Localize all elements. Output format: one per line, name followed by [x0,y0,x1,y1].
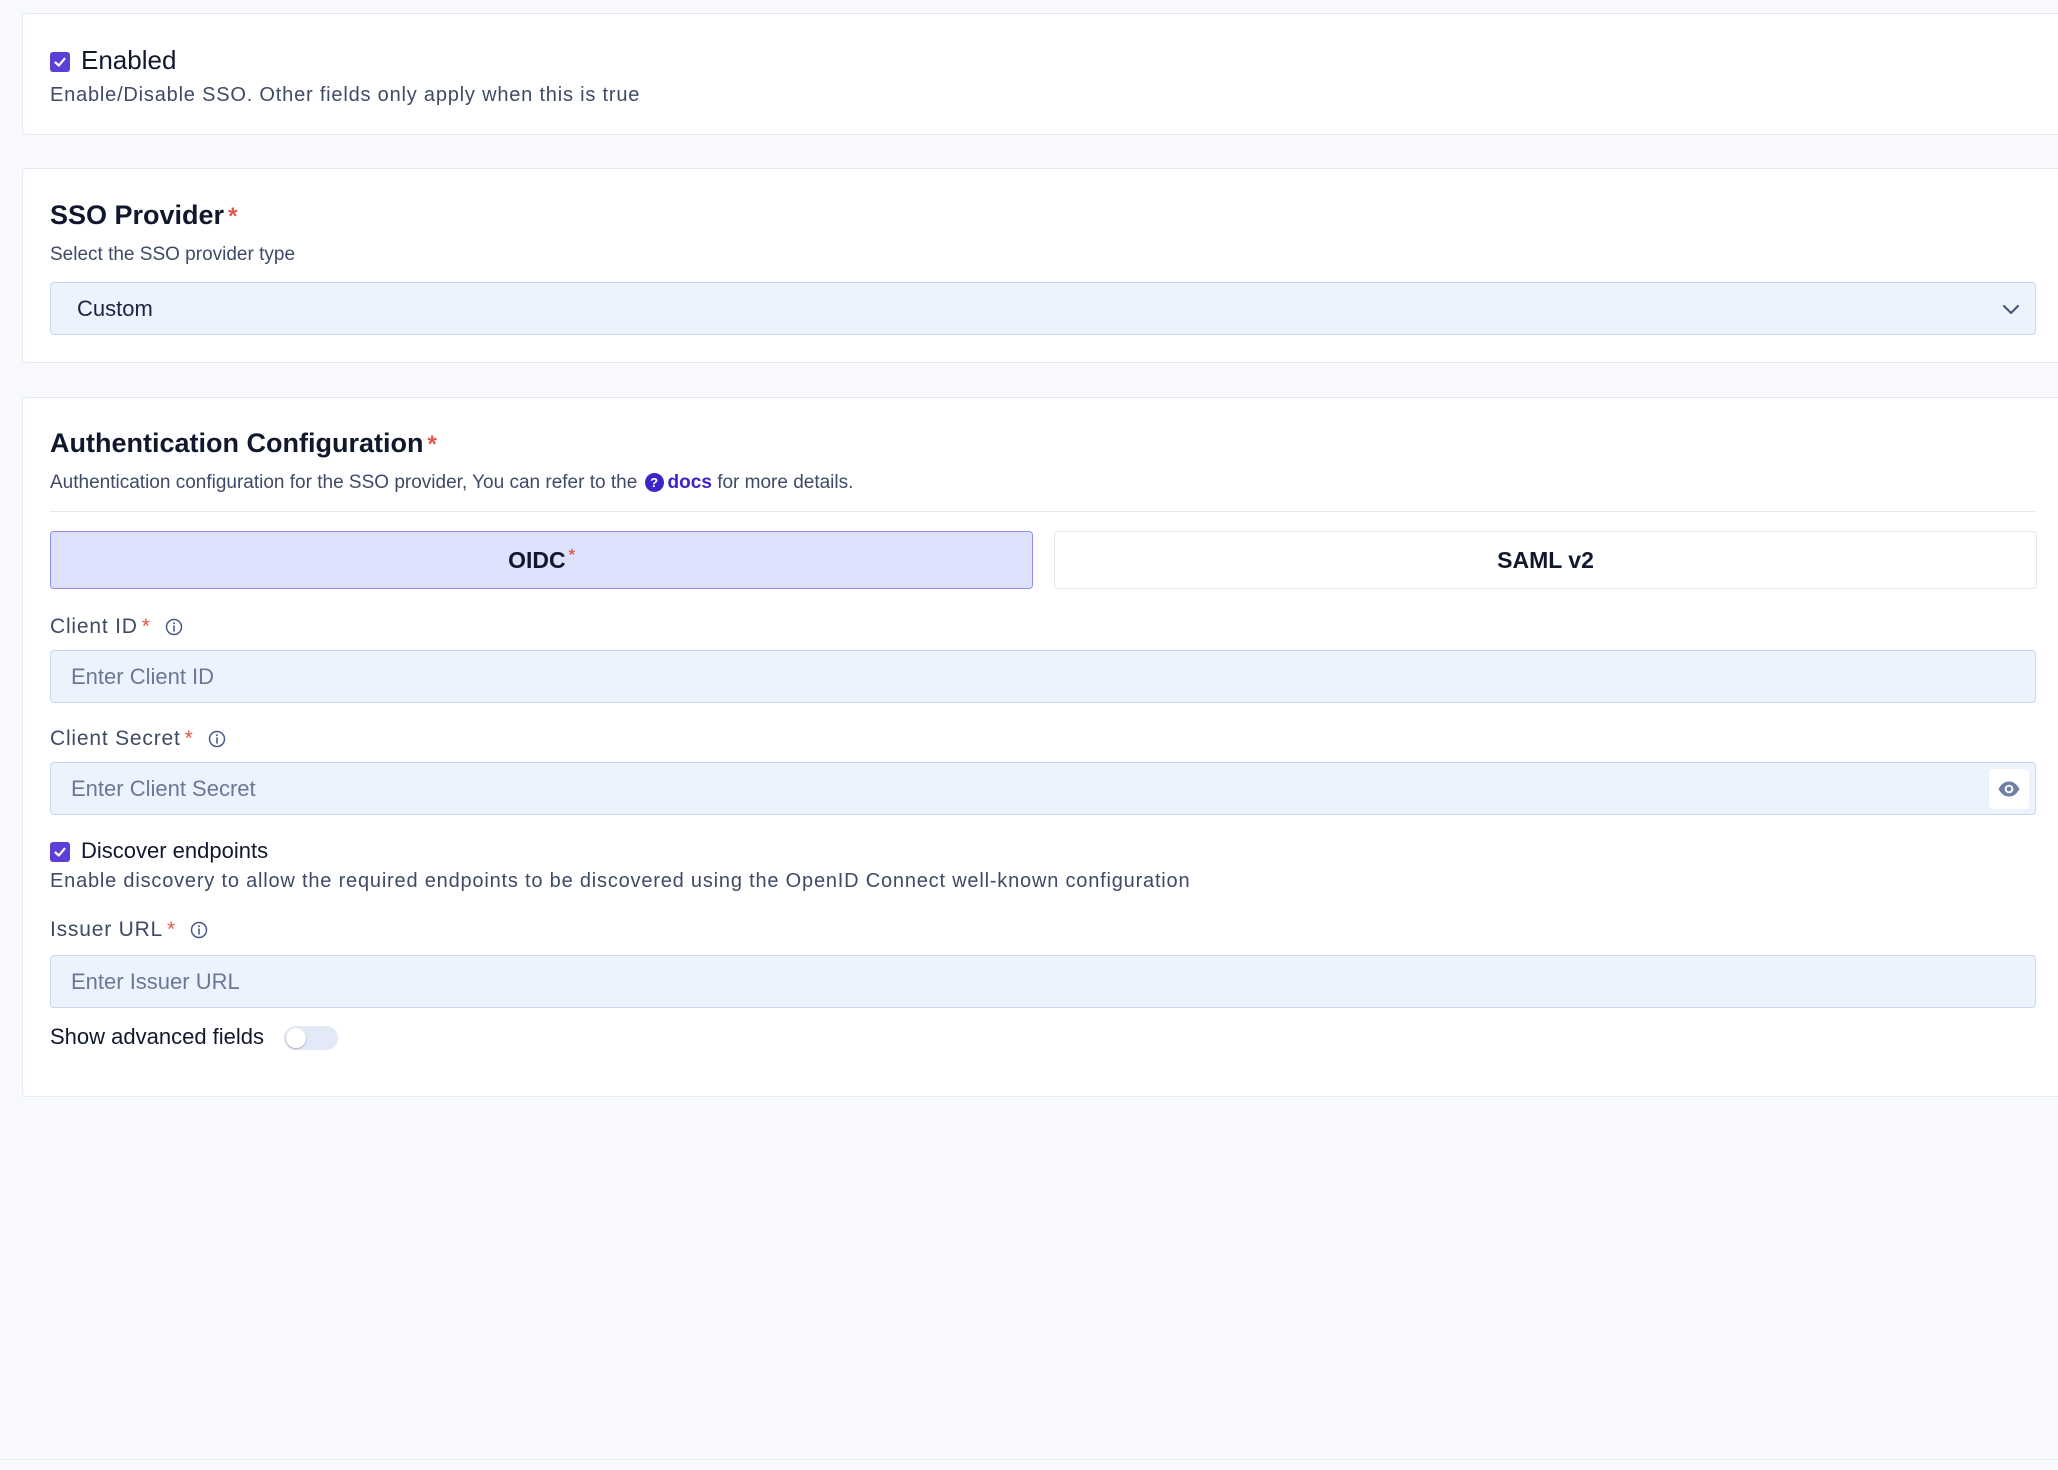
auth-description-suffix: for more details. [717,472,854,493]
required-mark: * [184,727,194,750]
auth-config-card: Authentication Configuration * Authentica… [22,397,2058,1097]
sso-provider-description: Select the SSO provider type [50,244,296,265]
chevron-down-icon [2002,304,2020,315]
sso-provider-selected-value: Custom [77,296,153,321]
client-secret-input[interactable] [51,763,2035,814]
issuer-url-field[interactable] [50,955,2036,1008]
eye-icon [1998,781,2020,797]
enabled-card: Enabled Enable/Disable SSO. Other fields… [22,13,2058,135]
client-id-input[interactable] [51,651,2035,702]
client-id-field[interactable] [50,650,2036,703]
info-icon[interactable] [208,730,226,748]
advanced-fields-label: Show advanced fields [50,1024,265,1049]
bottom-divider [0,1459,2058,1460]
discover-endpoints-label: Discover endpoints [81,838,269,863]
required-mark: * [167,918,177,941]
tab-oidc[interactable]: OIDC * [50,531,1033,589]
show-secret-button[interactable] [1989,769,2029,809]
client-secret-label-text: Client Secret [50,727,181,750]
client-secret-label: Client Secret * [50,727,226,751]
required-mark: * [141,615,151,638]
sso-provider-title: SSO Provider * [50,200,237,231]
issuer-url-label-text: Issuer URL [50,918,164,941]
sso-provider-select[interactable]: Custom [50,282,2036,335]
docs-link[interactable]: docs [668,472,712,493]
sso-provider-title-text: SSO Provider [50,200,225,230]
auth-config-title: Authentication Configuration * [50,428,437,459]
help-circle-icon: ? [644,473,664,492]
auth-config-description: Authentication configuration for the SSO… [50,472,853,494]
info-icon[interactable] [190,921,208,939]
client-id-label-text: Client ID [50,615,138,638]
enabled-checkbox[interactable] [50,52,70,72]
auth-description-text: Authentication configuration for the SSO… [50,472,638,493]
auth-config-title-text: Authentication Configuration [50,428,424,458]
advanced-fields-toggle[interactable] [284,1026,338,1050]
toggle-knob [286,1028,306,1048]
enabled-description: Enable/Disable SSO. Other fields only ap… [50,84,641,106]
check-icon [54,57,66,67]
issuer-url-input[interactable] [51,956,2035,1007]
client-secret-field[interactable] [50,762,2036,815]
check-icon [54,847,66,857]
sso-provider-card: SSO Provider * Select the SSO provider ty… [22,168,2058,363]
required-mark: * [228,203,238,230]
required-mark: * [427,431,437,458]
discover-endpoints-checkbox[interactable] [50,842,70,862]
enabled-label: Enabled [81,45,177,75]
tab-saml-label: SAML v2 [1497,546,1594,573]
tab-saml-v2[interactable]: SAML v2 [1054,531,2037,589]
info-icon[interactable] [165,618,183,636]
discover-endpoints-description: Enable discovery to allow the required e… [50,870,1191,892]
divider [50,511,2036,512]
client-id-label: Client ID * [50,615,183,639]
required-mark: * [568,547,575,564]
tab-oidc-label: OIDC [508,546,566,573]
issuer-url-label: Issuer URL * [50,918,208,942]
